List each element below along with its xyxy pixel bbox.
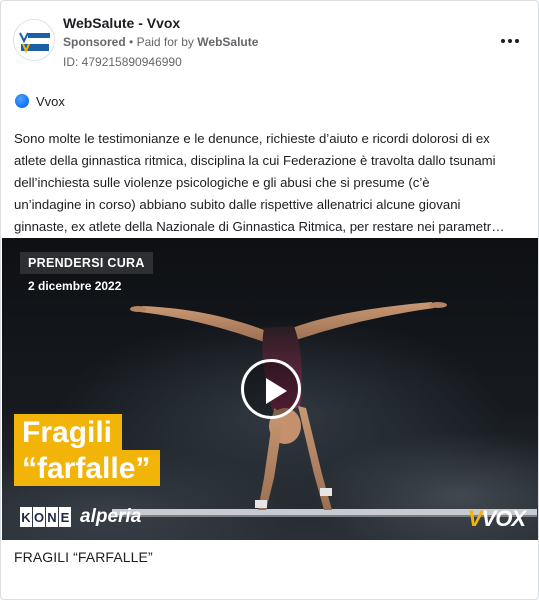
ad-body-text: Sono molte le testimonianze e le denunce… bbox=[14, 128, 529, 234]
ad-id: ID: 479215890946990 bbox=[63, 55, 182, 69]
sponsored-label: Sponsored bbox=[63, 35, 126, 49]
more-options-button[interactable] bbox=[498, 33, 522, 49]
video-title-line-2: “farfalle” bbox=[14, 450, 161, 486]
platform-row: Vvox bbox=[15, 92, 65, 110]
ad-text-line: dell’inchiesta sulle violenze psicologic… bbox=[14, 175, 430, 190]
kone-letter-e: E bbox=[59, 507, 71, 527]
ad-text-line: un’indagine in corso) abbiano subito dal… bbox=[14, 197, 461, 212]
platform-dot-icon bbox=[15, 94, 29, 108]
ad-text-line: ginnaste, ex atlete della Nazionale di G… bbox=[14, 219, 505, 234]
vvox-logo: VVOX bbox=[467, 506, 526, 531]
ad-caption[interactable]: FRAGILI “FARFALLE” bbox=[14, 549, 153, 565]
ad-text-line: atlete della ginnastica ritmica, discipl… bbox=[14, 153, 496, 168]
more-dot-icon bbox=[501, 39, 505, 43]
play-button[interactable] bbox=[241, 359, 301, 419]
paid-for-by-link[interactable]: WebSalute bbox=[197, 35, 258, 49]
video-tag: PRENDERSI CURA bbox=[20, 252, 153, 274]
ad-video[interactable]: PRENDERSI CURA 2 dicembre 2022 Fragili “… bbox=[2, 238, 538, 540]
sponsored-line: Sponsored • Paid for by WebSalute bbox=[63, 35, 258, 49]
kone-letter-k: K bbox=[20, 507, 32, 527]
ad-card: WebSalute - Vvox Sponsored • Paid for by… bbox=[0, 0, 539, 600]
more-dot-icon bbox=[515, 39, 519, 43]
sponsor-alperia-logo: alperia bbox=[80, 506, 142, 527]
video-title-line-1: Fragili bbox=[14, 414, 123, 450]
kone-letter-n: N bbox=[46, 507, 58, 527]
avatar-logo-icon bbox=[14, 20, 54, 60]
ad-header: WebSalute - Vvox Sponsored • Paid for by… bbox=[13, 11, 526, 71]
play-icon bbox=[266, 378, 287, 404]
sponsor-kone-logo: K O N E bbox=[20, 507, 71, 527]
page-name-link[interactable]: WebSalute - Vvox bbox=[63, 15, 180, 31]
paid-for-prefix: Paid for by bbox=[136, 35, 194, 49]
separator-dot: • bbox=[129, 35, 134, 49]
more-dot-icon bbox=[508, 39, 512, 43]
kone-letter-o: O bbox=[33, 507, 45, 527]
page-avatar[interactable] bbox=[13, 19, 55, 61]
platform-label: Vvox bbox=[36, 93, 65, 109]
ad-text-line: Sono molte le testimonianze e le denunce… bbox=[14, 131, 490, 146]
video-date: 2 dicembre 2022 bbox=[28, 279, 122, 293]
